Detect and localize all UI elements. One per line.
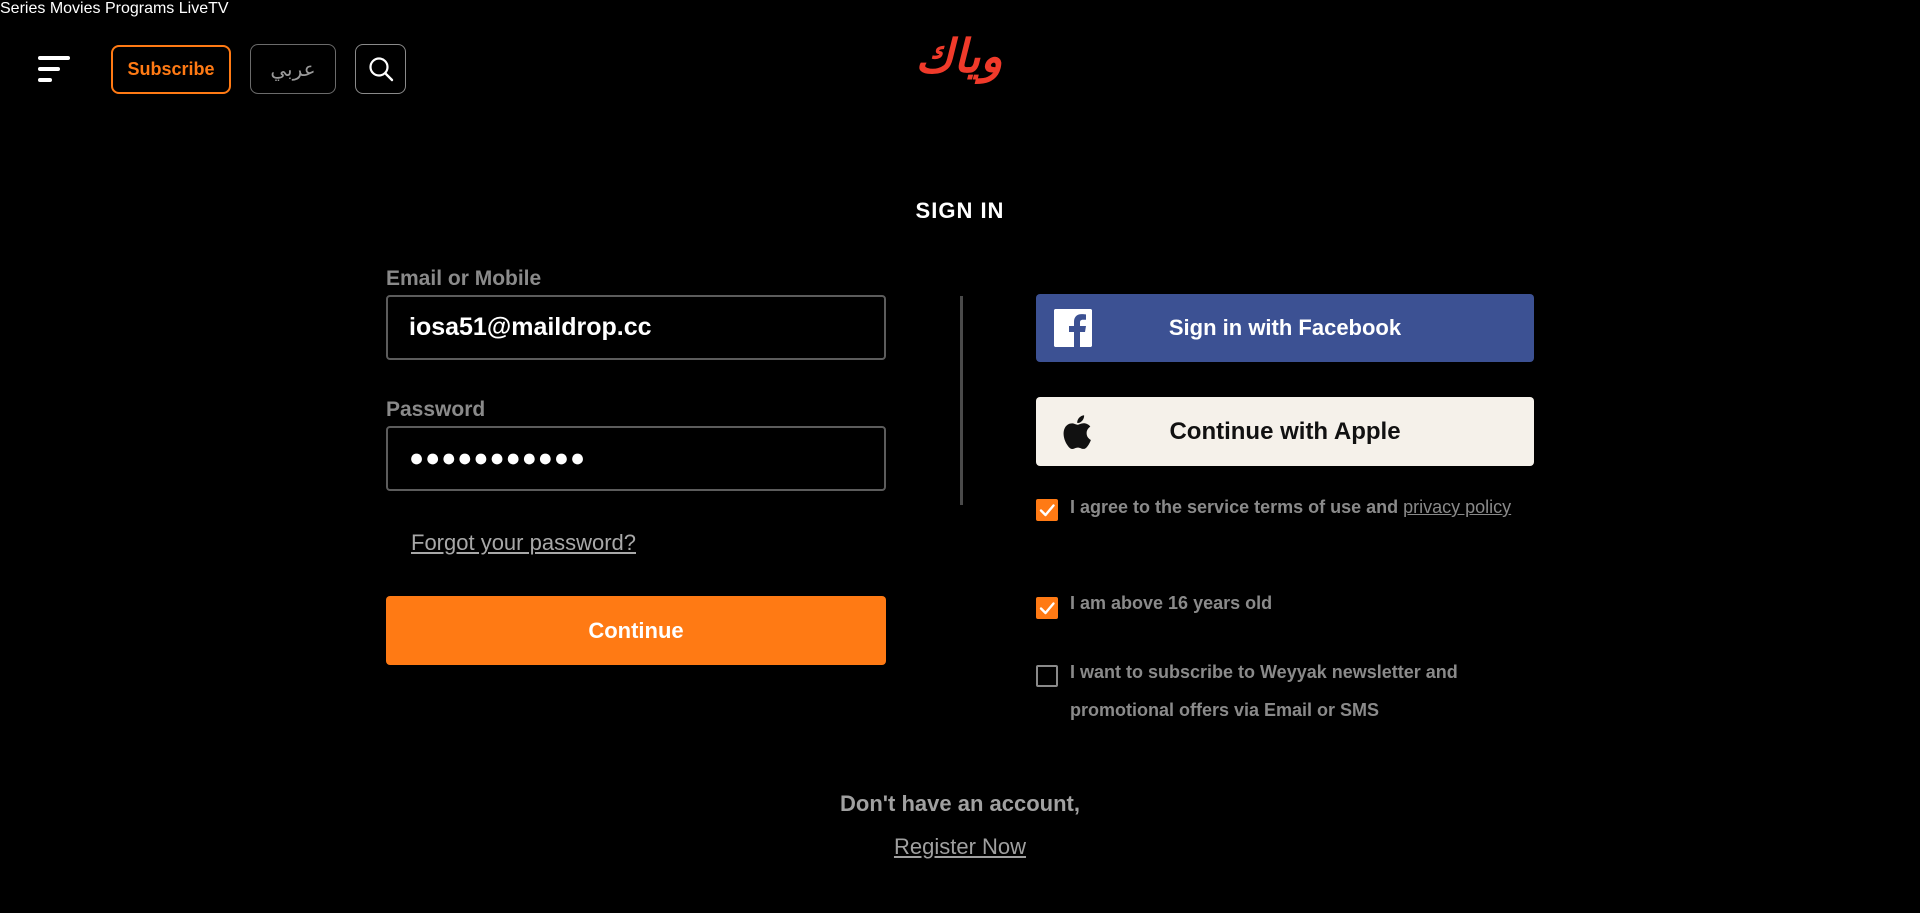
language-toggle-button[interactable]: عربي [250,44,336,94]
subscribe-button[interactable]: Subscribe [111,45,231,94]
terms-checkbox[interactable] [1036,499,1058,521]
email-value: iosa51@maildrop.cc [409,313,652,341]
continue-button[interactable]: Continue [386,596,886,665]
forgot-password-link[interactable]: Forgot your password? [411,530,636,556]
column-divider [960,296,963,505]
newsletter-checkbox[interactable] [1036,665,1058,687]
register-row: Register Now [0,834,1920,860]
apple-signin-button[interactable]: Continue with Apple [1036,397,1534,466]
privacy-policy-link[interactable]: privacy policy [1403,497,1511,517]
no-account-text: Don't have an account, [840,791,1080,816]
facebook-signin-label: Sign in with Facebook [1168,315,1402,340]
facebook-signin-button[interactable]: Sign in with Facebook [1036,294,1534,362]
apple-signin-label: Continue with Apple [1169,417,1401,445]
page: Subscribe عربي وياك Series Movies Progra… [0,0,1920,913]
checkmark-icon [1039,504,1055,517]
email-field[interactable]: iosa51@maildrop.cc [386,295,886,360]
page-title: SIGN IN [915,198,1005,223]
search-button[interactable] [355,44,406,94]
checkmark-icon [1039,602,1055,615]
main-nav: Series Movies Programs LiveTV [0,0,1920,18]
password-label: Password [386,398,486,421]
nav-series[interactable]: Series [0,0,45,17]
search-icon [368,57,393,82]
menu-icon[interactable] [38,54,72,84]
logo-text: وياك [915,29,1005,83]
register-now-link[interactable]: Register Now [894,834,1026,859]
age-text: I am above 16 years old [1070,593,1273,613]
terms-prefix: I agree to the service terms of use and [1070,497,1404,517]
age-checkbox[interactable] [1036,597,1058,619]
nav-livetv[interactable]: LiveTV [179,0,229,17]
password-value: ●●●●●●●●●●● [409,444,587,472]
nav-programs[interactable]: Programs [105,0,174,17]
weyyak-logo[interactable]: وياك [898,28,1020,84]
nav-movies[interactable]: Movies [50,0,101,17]
terms-text: I agree to the service terms of use and … [1070,488,1540,526]
newsletter-text: I want to subscribe to Weyyak newsletter… [1070,662,1458,720]
email-label: Email or Mobile [386,267,542,290]
password-field[interactable]: ●●●●●●●●●●● [386,426,886,491]
